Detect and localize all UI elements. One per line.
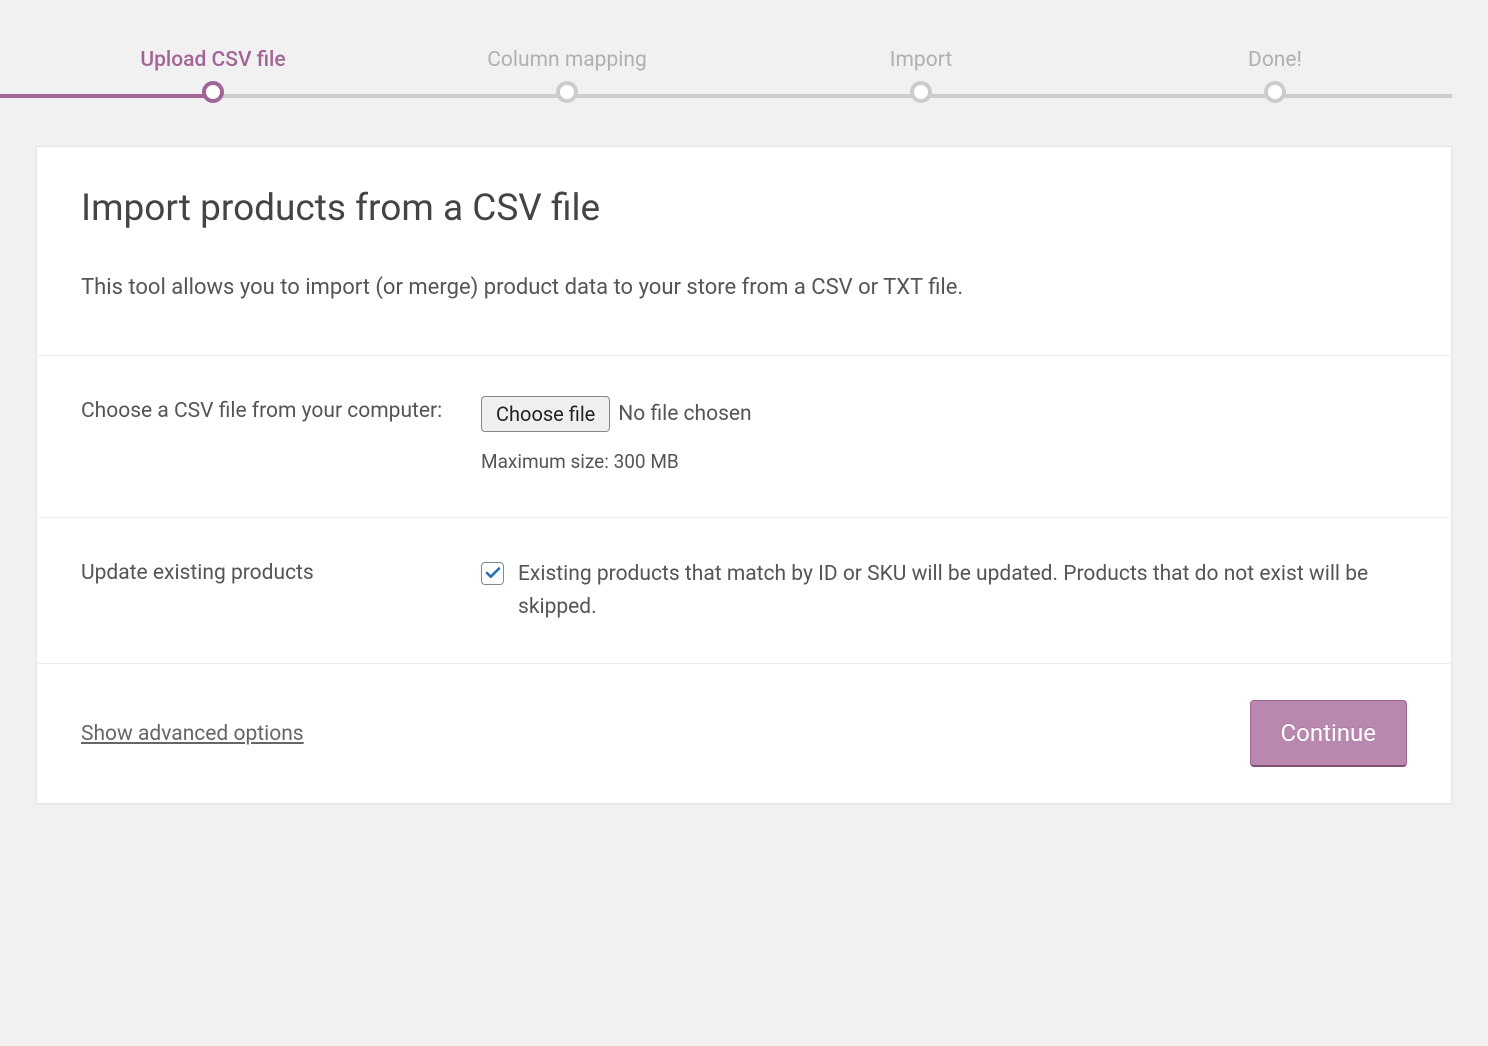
- card-header: Import products from a CSV file This too…: [37, 147, 1451, 356]
- update-row: Update existing products Existing produc…: [37, 518, 1451, 664]
- update-existing-checkbox[interactable]: [481, 562, 504, 585]
- update-label: Update existing products: [81, 558, 451, 623]
- page-description: This tool allows you to import (or merge…: [81, 271, 1407, 305]
- wizard-steps: Upload CSV file Column mapping Import Do…: [36, 0, 1452, 96]
- check-icon: [484, 564, 502, 582]
- step-column-mapping[interactable]: Column mapping: [390, 48, 744, 96]
- file-label: Choose a CSV file from your computer:: [81, 396, 451, 477]
- card-footer: Show advanced options Continue: [37, 664, 1451, 803]
- choose-file-button[interactable]: Choose file: [481, 396, 610, 432]
- show-advanced-link[interactable]: Show advanced options: [81, 722, 304, 746]
- step-upload[interactable]: Upload CSV file: [36, 48, 390, 96]
- file-status: No file chosen: [618, 399, 751, 431]
- import-card: Import products from a CSV file This too…: [36, 146, 1452, 804]
- step-import[interactable]: Import: [744, 48, 1098, 96]
- page-title: Import products from a CSV file: [81, 187, 1407, 231]
- max-size-hint: Maximum size: 300 MB: [481, 448, 1407, 477]
- update-description: Existing products that match by ID or SK…: [518, 558, 1407, 623]
- step-done[interactable]: Done!: [1098, 48, 1452, 96]
- continue-button[interactable]: Continue: [1250, 700, 1407, 767]
- file-row: Choose a CSV file from your computer: Ch…: [37, 356, 1451, 518]
